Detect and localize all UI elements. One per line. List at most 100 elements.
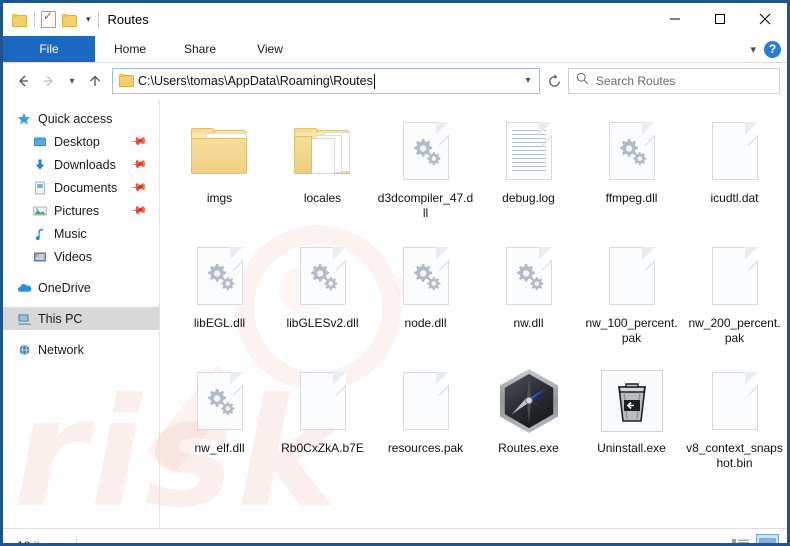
tab-share[interactable]: Share [165, 36, 235, 62]
file-icon-area [374, 113, 477, 189]
desktop-icon [33, 135, 50, 149]
sidebar-item-onedrive[interactable]: OneDrive [3, 276, 159, 299]
file-item[interactable]: debug.log [477, 109, 580, 234]
music-icon [33, 227, 50, 241]
file-item[interactable]: Routes.exe [477, 359, 580, 484]
search-icon [576, 72, 589, 90]
quick-access-toolbar: ▾ [3, 9, 93, 28]
network-icon [17, 343, 34, 357]
navigation-pane: Quick access Desktop 📌 Downloads 📌 Docum… [3, 99, 159, 528]
blank-file-icon [608, 247, 655, 305]
maximize-icon[interactable] [697, 3, 742, 34]
sidebar-item-label: Network [38, 342, 84, 357]
file-name: locales [303, 191, 342, 205]
file-icon-area [374, 363, 477, 439]
search-input[interactable]: Search Routes [568, 68, 780, 94]
file-item[interactable]: icudtl.dat [683, 109, 786, 234]
forward-button[interactable] [36, 68, 62, 94]
qat-new-folder-icon[interactable] [62, 12, 78, 28]
file-name: imgs [206, 191, 233, 205]
details-view-icon[interactable] [729, 534, 752, 543]
file-item[interactable]: Rb0CxZkA.b7E [271, 359, 374, 484]
large-icons-view-icon[interactable] [756, 534, 779, 543]
file-icon-area [271, 238, 374, 314]
sidebar-item-network[interactable]: Network [3, 338, 159, 361]
ribbon-expand-chevron-down-icon[interactable]: ▾ [750, 43, 756, 56]
search-placeholder: Search Routes [596, 74, 676, 88]
download-icon [33, 158, 50, 172]
dll-gear-icon [608, 122, 655, 180]
sidebar-item-videos[interactable]: Videos [3, 245, 159, 268]
sidebar-item-quick-access[interactable]: Quick access [3, 107, 159, 130]
qat-separator-1 [34, 12, 35, 27]
file-item[interactable]: resources.pak [374, 359, 477, 484]
file-item[interactable]: node.dll [374, 234, 477, 359]
ribbon-tab-bar: File Home Share View ▾ ? [3, 36, 787, 63]
file-item[interactable]: Uninstall.exe [580, 359, 683, 484]
file-name: icudtl.dat [710, 191, 759, 205]
qat-properties-icon[interactable] [41, 9, 56, 28]
file-item[interactable]: nw_elf.dll [168, 359, 271, 484]
file-list-pane: imgs locales d3dcompiler_47.dll debug.lo… [160, 99, 787, 528]
view-mode-buttons [729, 529, 779, 543]
recent-locations-chevron-down-icon[interactable]: ▾ [62, 68, 82, 94]
tab-view[interactable]: View [235, 36, 305, 62]
tab-home[interactable]: Home [95, 36, 165, 62]
file-icon-area [271, 363, 374, 439]
pin-icon[interactable]: 📌 [130, 178, 149, 197]
file-name: libEGL.dll [193, 316, 246, 330]
tab-file[interactable]: File [3, 36, 95, 62]
file-item[interactable]: nw_200_percent.pak [683, 234, 786, 359]
pane-divider[interactable] [159, 99, 160, 528]
dll-gear-icon [299, 247, 346, 305]
file-icon-area [580, 363, 683, 439]
file-item[interactable]: locales [271, 109, 374, 234]
file-item[interactable]: libEGL.dll [168, 234, 271, 359]
text-caret [373, 73, 375, 89]
back-button[interactable] [10, 68, 36, 94]
sidebar-item-this-pc[interactable]: This PC [3, 307, 159, 330]
file-name: node.dll [404, 316, 447, 330]
file-item[interactable]: v8_context_snapshot.bin [683, 359, 786, 484]
minimize-icon[interactable] [652, 3, 697, 34]
file-name: d3dcompiler_47.dll [377, 191, 474, 220]
pin-icon[interactable]: 📌 [130, 155, 149, 174]
folder-open-icon [293, 128, 352, 174]
file-icon-area [683, 238, 786, 314]
sidebar-item-label: Videos [54, 249, 92, 264]
qat-folder-icon[interactable] [12, 12, 28, 28]
sidebar-item-desktop[interactable]: Desktop 📌 [3, 130, 159, 153]
file-name: Rb0CxZkA.b7E [281, 441, 364, 455]
sidebar-item-documents[interactable]: Documents 📌 [3, 176, 159, 199]
file-item[interactable]: imgs [168, 109, 271, 234]
refresh-icon[interactable] [540, 68, 568, 94]
sidebar-item-pictures[interactable]: Pictures 📌 [3, 199, 159, 222]
up-button[interactable] [82, 68, 108, 94]
file-item[interactable]: d3dcompiler_47.dll [374, 109, 477, 234]
file-item[interactable]: libGLESv2.dll [271, 234, 374, 359]
ribbon-tabs: File Home Share View [3, 36, 787, 62]
file-icon-area [580, 113, 683, 189]
qat-customize-chevron[interactable]: ▾ [84, 14, 93, 25]
file-name: nw_200_percent.pak [688, 316, 781, 345]
file-item[interactable]: ffmpeg.dll [580, 109, 683, 234]
address-bar[interactable]: C:\Users\tomas\AppData\Roaming\Routes ▾ [112, 68, 540, 94]
close-icon[interactable] [742, 3, 787, 34]
address-dropdown-chevron-down-icon[interactable]: ▾ [517, 69, 539, 91]
file-item[interactable]: nw.dll [477, 234, 580, 359]
status-divider [76, 538, 78, 543]
pin-icon[interactable]: 📌 [130, 201, 149, 220]
item-count-label: 18 items [17, 538, 63, 546]
file-item[interactable]: nw_100_percent.pak [580, 234, 683, 359]
file-icon-area [580, 238, 683, 314]
videos-icon [33, 250, 50, 264]
file-icon-area [168, 113, 271, 189]
help-button[interactable]: ? [764, 40, 781, 58]
pin-icon[interactable]: 📌 [130, 132, 149, 151]
sidebar-item-downloads[interactable]: Downloads 📌 [3, 153, 159, 176]
sidebar-item-music[interactable]: Music [3, 222, 159, 245]
dll-gear-icon [196, 247, 243, 305]
file-icon-area [683, 363, 786, 439]
blank-file-icon [711, 247, 758, 305]
text-log-icon [505, 122, 552, 180]
